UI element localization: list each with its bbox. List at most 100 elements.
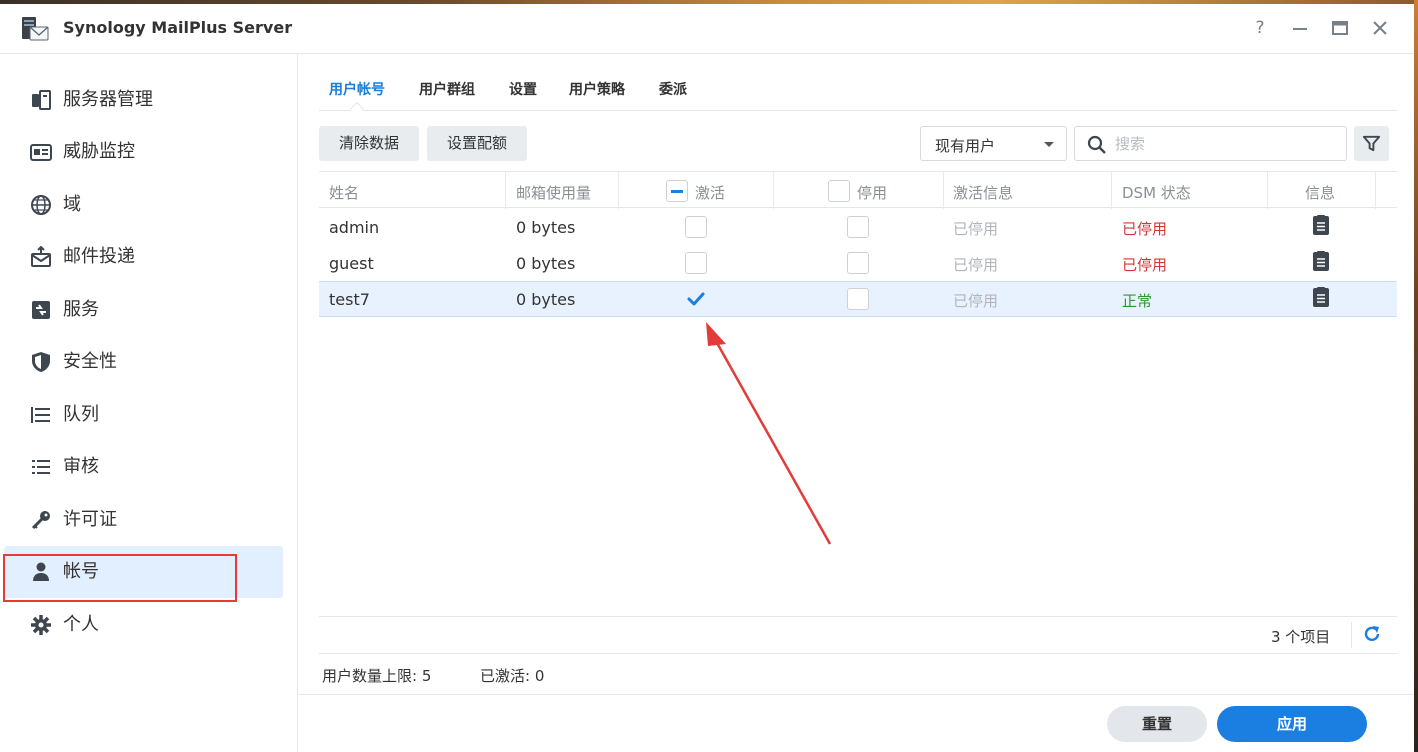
tab-user-policy[interactable]: 用户策略 <box>569 79 625 99</box>
desktop-background-edge <box>1414 0 1418 752</box>
column-divider <box>505 172 506 209</box>
disable-all-checkbox[interactable] <box>828 180 850 202</box>
sidebar-item-label: 许可证 <box>63 509 117 530</box>
annotation-arrow <box>706 322 832 545</box>
sidebar-item-server-management[interactable]: 服务器管理 <box>4 74 283 126</box>
chevron-down-icon <box>1044 142 1054 147</box>
sidebar-item-label: 服务 <box>63 299 99 320</box>
sidebar-item-label: 服务器管理 <box>63 89 153 110</box>
sidebar-item-domain[interactable]: 域 <box>4 179 283 231</box>
filter-icon <box>1362 135 1381 152</box>
column-header-mailbox-usage[interactable]: 邮箱使用量 <box>516 182 591 203</box>
column-divider <box>618 172 619 209</box>
gear-icon <box>31 615 51 635</box>
refresh-icon[interactable] <box>1362 624 1382 644</box>
sidebar-item-label: 威胁监控 <box>63 141 135 162</box>
help-icon[interactable]: ? <box>1249 17 1271 39</box>
clear-data-button[interactable]: 清除数据 <box>319 126 419 161</box>
column-header-name[interactable]: 姓名 <box>329 182 359 203</box>
column-divider <box>943 172 944 209</box>
table-row[interactable]: guest 0 bytes 已停用 已停用 <box>319 245 1397 281</box>
footer-divider <box>1351 622 1352 648</box>
activation-info: 已停用 <box>953 256 999 274</box>
apply-button[interactable]: 应用 <box>1217 706 1367 742</box>
threat-monitor-icon <box>30 144 52 161</box>
activate-checkbox[interactable] <box>685 252 707 274</box>
close-icon[interactable] <box>1369 17 1391 39</box>
search-input[interactable] <box>1115 133 1335 155</box>
column-header-info[interactable]: 信息 <box>1305 182 1335 203</box>
indeterminate-icon <box>671 190 683 193</box>
mail-delivery-icon <box>31 246 51 267</box>
sidebar-item-threat-monitor[interactable]: 威胁监控 <box>4 126 283 178</box>
column-divider <box>1267 172 1268 209</box>
user-limit-text: 用户数量上限: 5 <box>322 667 432 685</box>
server-icon <box>32 90 51 110</box>
dsm-status: 已停用 <box>1122 256 1168 274</box>
activation-info: 已停用 <box>953 292 999 310</box>
search-icon <box>1087 135 1106 154</box>
sidebar-item-label: 邮件投递 <box>63 246 135 267</box>
column-divider <box>1375 172 1376 209</box>
column-divider <box>773 172 774 209</box>
dropdown-selected-value: 现有用户 <box>935 137 996 155</box>
mailbox-usage: 0 bytes <box>516 254 576 273</box>
column-header-disable: 停用 <box>857 184 888 202</box>
dsm-status: 正常 <box>1122 292 1153 310</box>
checkmark-icon <box>687 292 705 306</box>
mailbox-usage: 0 bytes <box>516 290 576 309</box>
title-bar[interactable]: Synology MailPlus Server ? <box>0 4 1414 54</box>
tab-bar: 用户帐号 用户群组 设置 用户策略 委派 <box>319 64 1397 111</box>
sidebar-item-license[interactable]: 许可证 <box>4 494 283 546</box>
sidebar-item-personal[interactable]: 个人 <box>4 599 283 651</box>
user-name: guest <box>329 254 374 273</box>
info-document-icon[interactable] <box>1312 215 1330 236</box>
mailplus-app-icon <box>22 17 49 41</box>
disable-checkbox[interactable] <box>847 252 869 274</box>
mailplus-window: Synology MailPlus Server ? 服务器管理 威胁监控 域 … <box>0 4 1414 752</box>
sidebar-item-service[interactable]: 服务 <box>4 284 283 336</box>
tab-settings[interactable]: 设置 <box>509 79 537 99</box>
table-row[interactable]: admin 0 bytes 已停用 已停用 <box>319 209 1397 245</box>
disable-checkbox[interactable] <box>847 288 869 310</box>
activate-checkbox[interactable] <box>685 216 707 238</box>
search-box[interactable] <box>1074 126 1347 161</box>
reset-button[interactable]: 重置 <box>1107 706 1207 742</box>
sidebar-item-label: 队列 <box>63 404 99 425</box>
dsm-status: 已停用 <box>1122 220 1168 238</box>
filter-button[interactable] <box>1354 126 1389 161</box>
sidebar-item-label: 安全性 <box>63 351 117 372</box>
activation-info: 已停用 <box>953 220 999 238</box>
annotation-highlight-box <box>3 554 237 602</box>
column-header-dsm-status[interactable]: DSM 状态 <box>1122 182 1191 203</box>
status-divider <box>319 653 1397 654</box>
table-row-selected[interactable]: test7 0 bytes 已停用 正常 <box>319 281 1397 317</box>
info-document-icon[interactable] <box>1312 251 1330 272</box>
sidebar-item-audit[interactable]: 审核 <box>4 441 283 493</box>
minimize-icon[interactable] <box>1289 17 1311 39</box>
tab-delegation[interactable]: 委派 <box>659 79 687 99</box>
grid-footer-divider <box>319 616 1397 617</box>
activate-all-checkbox[interactable] <box>666 180 688 202</box>
disable-checkbox[interactable] <box>847 216 869 238</box>
activated-count-text: 已激活: 0 <box>480 667 545 685</box>
tab-user-groups[interactable]: 用户群组 <box>419 79 475 99</box>
table-header: 姓名 邮箱使用量 激活 停用 激活信息 DSM 状态 信息 <box>319 171 1397 209</box>
set-quota-button[interactable]: 设置配额 <box>427 126 527 161</box>
user-filter-dropdown[interactable]: 现有用户 <box>920 126 1067 161</box>
window-title: Synology MailPlus Server <box>63 18 293 37</box>
shield-icon <box>32 352 50 372</box>
activate-checkbox-checked[interactable] <box>685 288 707 310</box>
mailbox-usage: 0 bytes <box>516 218 576 237</box>
user-table: 姓名 邮箱使用量 激活 停用 激活信息 DSM 状态 信息 admin 0 by… <box>319 171 1397 617</box>
sidebar-item-mail-delivery[interactable]: 邮件投递 <box>4 231 283 283</box>
maximize-icon[interactable] <box>1329 17 1351 39</box>
sidebar-item-security[interactable]: 安全性 <box>4 336 283 388</box>
sidebar-item-queue[interactable]: 队列 <box>4 389 283 441</box>
info-document-icon[interactable] <box>1312 287 1330 308</box>
sidebar: 服务器管理 威胁监控 域 邮件投递 服务 安全性 队列 审核 许可证 帐号 个人 <box>0 54 298 752</box>
user-name: test7 <box>329 290 370 309</box>
tab-user-accounts[interactable]: 用户帐号 <box>329 79 385 99</box>
column-header-activation-info[interactable]: 激活信息 <box>953 182 1013 203</box>
user-name: admin <box>329 218 380 237</box>
